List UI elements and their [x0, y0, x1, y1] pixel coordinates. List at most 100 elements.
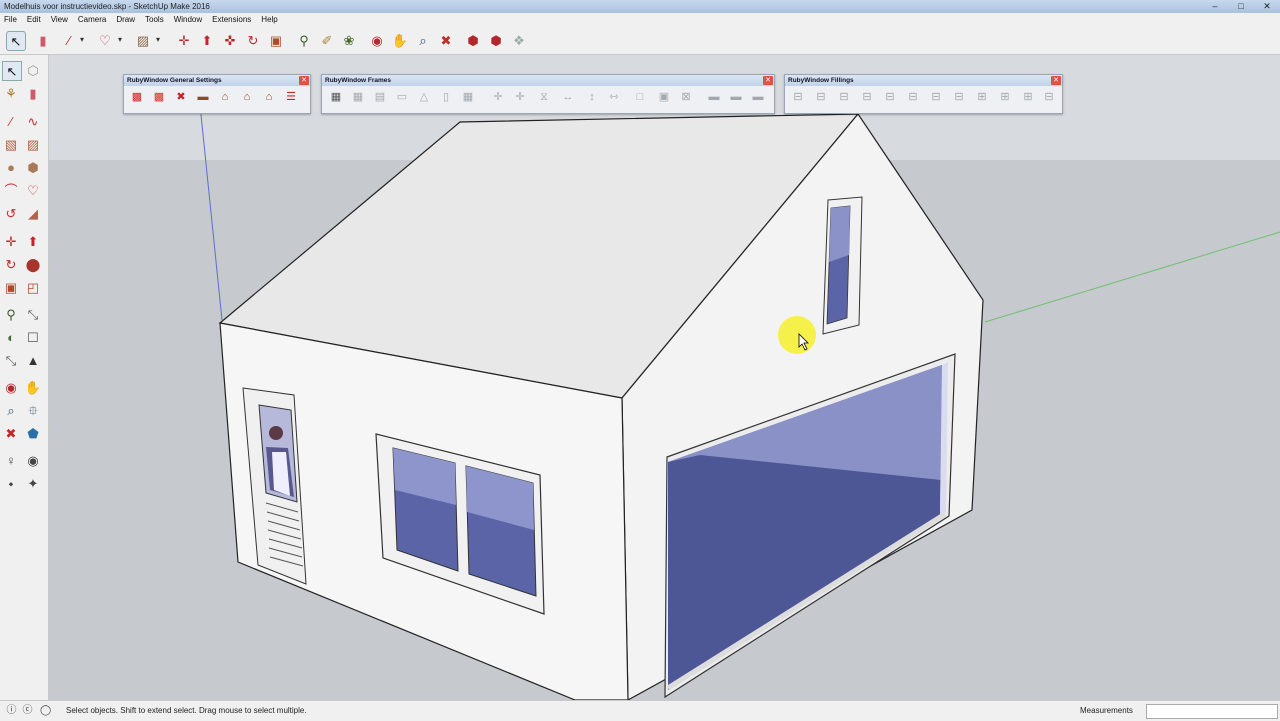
eraser-icon[interactable]: ▮: [34, 31, 52, 49]
frame-icon[interactable]: ▦: [460, 90, 476, 104]
frame-icon[interactable]: ▣: [656, 90, 672, 104]
frame-icon[interactable]: ▤: [372, 90, 388, 104]
text-icon[interactable]: ✐: [318, 31, 336, 49]
zoom-extents-icon[interactable]: ✖: [437, 31, 455, 49]
mullion-icon[interactable]: ✛: [512, 90, 528, 104]
pie-icon[interactable]: ◢: [24, 204, 42, 222]
dimension-icon[interactable]: ⤡: [24, 305, 42, 323]
protractor-icon[interactable]: ◐: [2, 328, 20, 346]
filling-icon[interactable]: ⊞: [1020, 90, 1036, 104]
push-pull-icon[interactable]: ⬆: [198, 31, 216, 49]
rectangle-icon[interactable]: ▧: [2, 135, 20, 153]
menu-view[interactable]: View: [51, 13, 68, 27]
filling-icon[interactable]: ⊟: [928, 90, 944, 104]
orbit-icon[interactable]: ◉: [368, 31, 386, 49]
freehand-icon[interactable]: ♡: [96, 31, 114, 49]
component-icon[interactable]: ⬡: [24, 61, 42, 79]
menu-extensions[interactable]: Extensions: [212, 13, 251, 27]
filling-icon[interactable]: ⊟: [905, 90, 921, 104]
two-point-arc-icon[interactable]: ♡: [24, 181, 42, 199]
model-scene[interactable]: [49, 55, 1280, 700]
push-pull-icon[interactable]: ⬆: [24, 232, 42, 250]
3d-text-icon[interactable]: ▲: [24, 351, 42, 369]
scale-icon[interactable]: ▣: [2, 278, 20, 296]
axes-icon[interactable]: ❀: [340, 31, 358, 49]
frame-icon[interactable]: △: [416, 90, 432, 104]
position-camera-icon[interactable]: ⬟: [24, 424, 42, 442]
axes-icon[interactable]: ⤡: [2, 351, 20, 369]
mullion-icon[interactable]: ✛: [490, 90, 506, 104]
eraser-icon[interactable]: ▮: [24, 84, 42, 102]
filling-icon[interactable]: ⊟: [790, 90, 806, 104]
filling-icon[interactable]: ⊟: [1041, 90, 1057, 104]
filling-icon[interactable]: ⊞: [997, 90, 1013, 104]
window-settings-icon[interactable]: ▩: [151, 90, 167, 104]
follow-me-icon[interactable]: ⬤: [24, 255, 42, 273]
section-plane-icon[interactable]: ⬩: [2, 474, 20, 492]
sill-icon[interactable]: ▬: [195, 90, 211, 104]
scale-icon[interactable]: ▣: [267, 31, 285, 49]
frame-icon[interactable]: ⊠: [678, 90, 694, 104]
sill-icon[interactable]: ▬: [706, 90, 722, 104]
line-pencil-icon[interactable]: ∕: [60, 31, 78, 49]
maximize-button[interactable]: □: [1228, 0, 1254, 13]
pan-icon[interactable]: ✋: [391, 31, 409, 49]
palette-close-button[interactable]: ✕: [1051, 76, 1061, 85]
general-settings-icon[interactable]: ▩: [129, 90, 145, 104]
palette-close-button[interactable]: ✕: [299, 76, 309, 85]
mullion-icon[interactable]: ↔: [560, 90, 576, 104]
follow-me-icon[interactable]: ↻: [244, 31, 262, 49]
credits-icon[interactable]: ⓒ: [22, 705, 33, 716]
offset-icon[interactable]: ◰: [24, 278, 42, 296]
frame-type-icon[interactable]: ▦: [328, 90, 344, 104]
filling-icon[interactable]: ⊞: [974, 90, 990, 104]
mullion-icon[interactable]: ⧖: [536, 90, 552, 104]
info-icon[interactable]: ☰: [283, 90, 299, 104]
orbit-icon[interactable]: ◉: [2, 378, 20, 396]
select-icon[interactable]: ↖: [2, 61, 22, 81]
zoom-window-icon[interactable]: ⯐: [24, 401, 42, 419]
house-export-icon[interactable]: ⌂: [261, 90, 277, 104]
rotate-icon[interactable]: ↻: [2, 255, 20, 273]
geo-location-icon[interactable]: ⓘ: [6, 705, 17, 716]
move-icon[interactable]: ✛: [2, 232, 20, 250]
filling-icon[interactable]: ⊟: [813, 90, 829, 104]
palette-general-settings[interactable]: RubyWindow General Settings ✕ ▩ ▩ ✖ ▬ ⌂ …: [123, 74, 311, 114]
3d-warehouse-icon[interactable]: ⬢: [464, 31, 482, 49]
menu-window[interactable]: Window: [174, 13, 202, 27]
select-arrow-icon[interactable]: ↖: [6, 31, 26, 51]
frame-icon[interactable]: □: [632, 90, 648, 104]
delete-window-icon[interactable]: ✖: [173, 90, 189, 104]
move-icon[interactable]: ✛: [175, 31, 193, 49]
arc-icon[interactable]: ⌒: [2, 181, 20, 199]
freehand-icon[interactable]: ∿: [24, 112, 42, 130]
mullion-icon[interactable]: ↕: [584, 90, 600, 104]
circle-icon[interactable]: ●: [2, 158, 20, 176]
paint-bucket-icon[interactable]: ⚘: [2, 84, 20, 102]
text-icon[interactable]: ☐: [24, 328, 42, 346]
minimize-button[interactable]: –: [1202, 0, 1228, 13]
tape-measure-icon[interactable]: ⚲: [295, 31, 313, 49]
paint-bucket-icon[interactable]: ▨: [134, 31, 152, 49]
frame-split-icon[interactable]: ▦: [350, 90, 366, 104]
menu-help[interactable]: Help: [261, 13, 277, 27]
extension-warehouse-icon[interactable]: ⬢: [487, 31, 505, 49]
sill-icon[interactable]: ▬: [728, 90, 744, 104]
menu-draw[interactable]: Draw: [116, 13, 135, 27]
zoom-icon[interactable]: ⌕: [414, 31, 432, 49]
house-settings-icon[interactable]: ⌂: [239, 90, 255, 104]
filling-icon[interactable]: ⊟: [951, 90, 967, 104]
palette-fillings[interactable]: RubyWindow Fillings ✕ ⊟ ⊟ ⊟ ⊟ ⊟ ⊟ ⊟ ⊟ ⊞ …: [784, 74, 1063, 114]
palette-close-button[interactable]: ✕: [763, 76, 773, 85]
menu-file[interactable]: File: [4, 13, 17, 27]
model-viewport[interactable]: [49, 55, 1280, 700]
section-display-icon[interactable]: ✦: [24, 474, 42, 492]
rotate-icon[interactable]: ✜: [221, 31, 239, 49]
pan-icon[interactable]: ✋: [24, 378, 42, 396]
walk-icon[interactable]: ♀: [2, 451, 20, 469]
measurements-input[interactable]: [1146, 704, 1278, 719]
mullion-icon[interactable]: ⇿: [606, 90, 622, 104]
palette-frames[interactable]: RubyWindow Frames ✕ ▦ ▦ ▤ ▭ △ ▯ ▦ ✛ ✛ ⧖ …: [321, 74, 775, 114]
user-icon[interactable]: ◯: [40, 705, 51, 716]
three-point-arc-icon[interactable]: ↺: [2, 204, 20, 222]
